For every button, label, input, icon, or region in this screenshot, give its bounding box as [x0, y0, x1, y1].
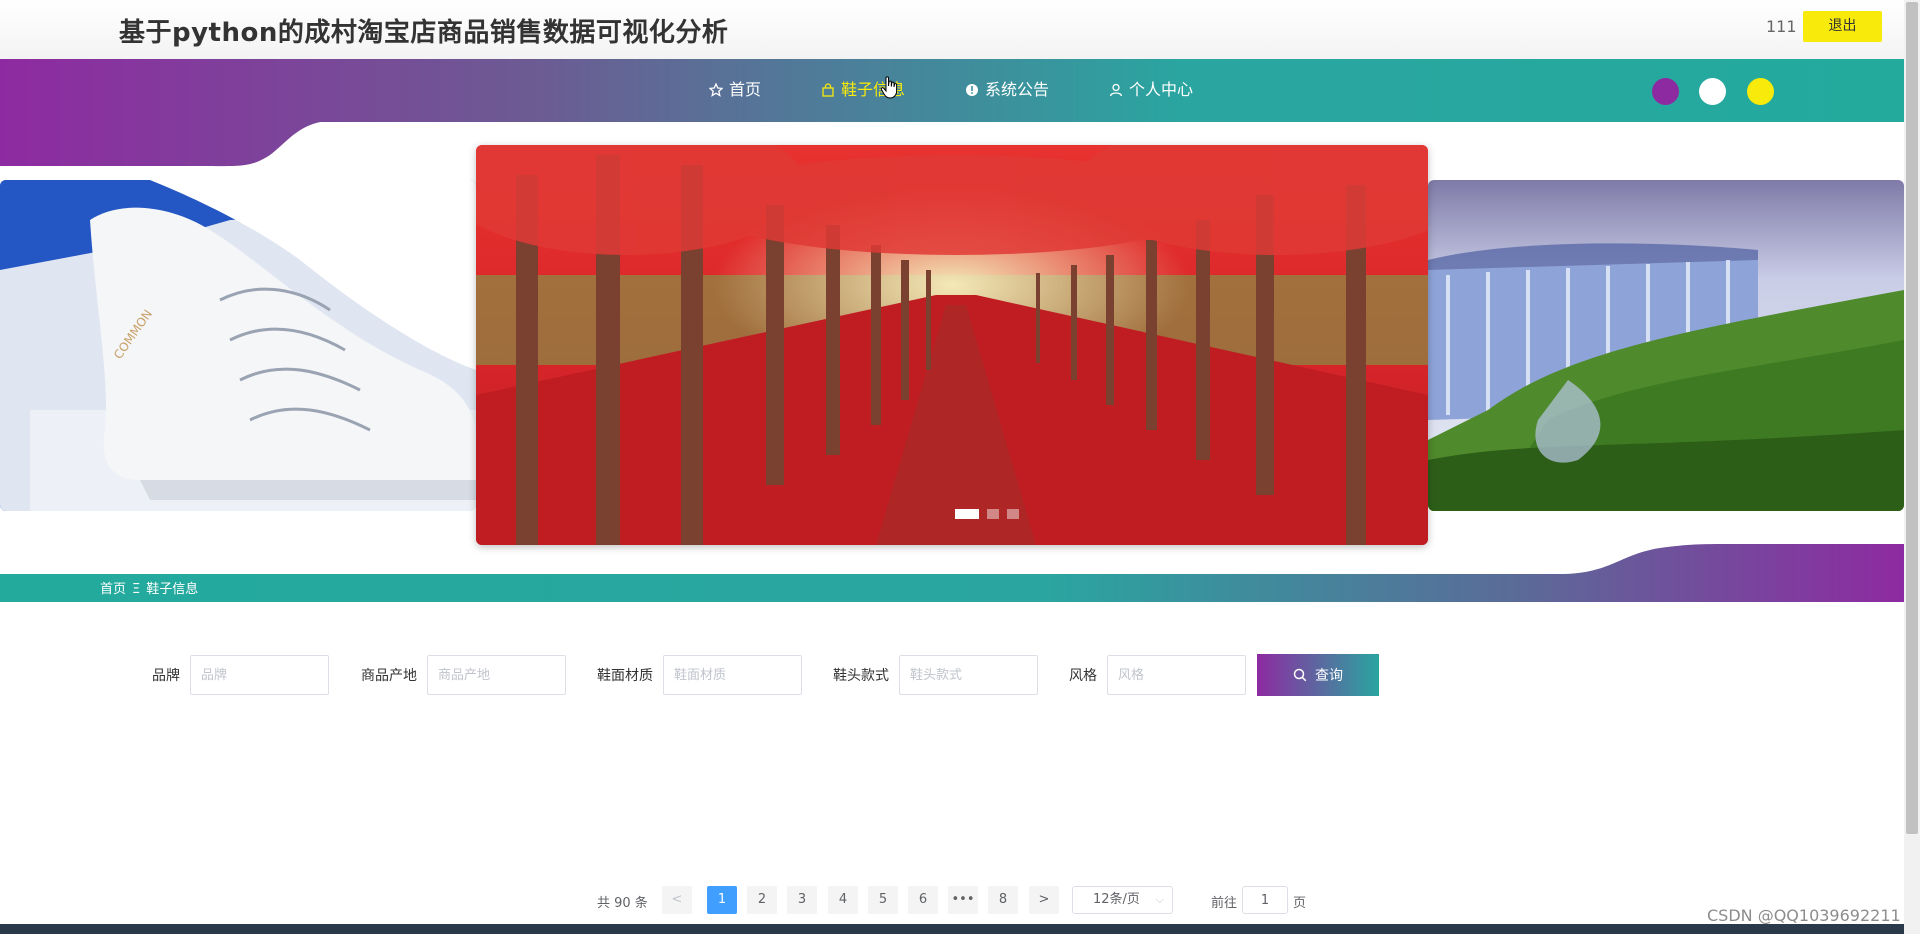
breadcrumb: 首页 Ξ 鞋子信息: [100, 578, 204, 597]
page-button-8[interactable]: 8: [988, 886, 1018, 914]
breadcrumb-band: [0, 544, 1904, 602]
nav-label-home: 首页: [729, 80, 762, 99]
prev-page-button[interactable]: <: [662, 886, 692, 914]
goto-label: 前往: [1211, 896, 1238, 911]
goto-page-input[interactable]: [1242, 886, 1288, 914]
carousel-slide-right[interactable]: ›: [1428, 180, 1904, 511]
page-button-2[interactable]: 2: [747, 886, 777, 914]
carousel-dot-1[interactable]: [955, 509, 979, 519]
logout-button[interactable]: 退出: [1803, 11, 1882, 42]
pagination-total: 共 90 条: [597, 896, 648, 911]
theme-yellow-swatch[interactable]: [1747, 78, 1774, 105]
upper-material-input[interactable]: [663, 655, 802, 695]
page-ellipsis-button[interactable]: •••: [948, 886, 978, 914]
waterfall-image: [1428, 180, 1904, 511]
carousel-dot-3[interactable]: [1007, 509, 1019, 519]
taskbar-edge: [0, 924, 1904, 934]
page-button-3[interactable]: 3: [787, 886, 817, 914]
search-button-label: 查询: [1315, 668, 1343, 684]
pagination: 共 90 条 < 1 2 3 4 5 6 ••• 8 > 12条/页 ⌵ 前往 …: [0, 886, 1904, 914]
search-button[interactable]: 查询: [1257, 654, 1379, 696]
page-size-select[interactable]: 12条/页 ⌵: [1072, 886, 1173, 914]
goto-suffix-label: 页: [1293, 896, 1307, 911]
bag-icon: [822, 83, 834, 97]
white-sneakers-image: COMMON: [0, 180, 476, 511]
chevron-down-icon: ⌵: [1155, 893, 1164, 906]
nav-item-home[interactable]: 首页: [709, 79, 761, 101]
toe-style-input[interactable]: [899, 655, 1038, 695]
carousel-indicators: [955, 504, 1027, 523]
origin-input[interactable]: [427, 655, 566, 695]
username-label: 111: [1766, 17, 1797, 36]
hand-cursor-icon: [880, 76, 898, 99]
style-input[interactable]: [1107, 655, 1246, 695]
page-button-4[interactable]: 4: [828, 886, 858, 914]
page-size-value: 12条/页: [1093, 892, 1140, 907]
watermark-text: CSDN @QQ1039692211: [1707, 906, 1901, 925]
toe-style-label: 鞋头款式: [833, 668, 889, 684]
breadcrumb-current: 鞋子信息: [146, 582, 199, 597]
nav-label-notice: 系统公告: [985, 80, 1050, 99]
theme-purple-swatch[interactable]: [1652, 78, 1679, 105]
search-icon: [1293, 668, 1307, 682]
breadcrumb-home[interactable]: 首页: [100, 582, 126, 597]
theme-white-swatch[interactable]: [1699, 78, 1726, 105]
page-button-1[interactable]: 1: [707, 886, 737, 914]
nav-item-notice[interactable]: 系统公告: [965, 79, 1049, 101]
nav-label-profile: 个人中心: [1129, 80, 1194, 99]
upper-material-label: 鞋面材质: [597, 668, 653, 684]
info-icon: [966, 84, 978, 96]
origin-label: 商品产地: [361, 668, 417, 684]
breadcrumb-separator: Ξ: [132, 582, 141, 597]
nav-item-profile[interactable]: 个人中心: [1109, 79, 1193, 101]
carousel-dot-2[interactable]: [987, 509, 999, 519]
page-button-6[interactable]: 6: [908, 886, 938, 914]
next-page-button[interactable]: >: [1029, 886, 1059, 914]
carousel-slide-active[interactable]: [476, 145, 1428, 545]
top-header: 基于python的成村淘宝店商品销售数据可视化分析 111 退出: [0, 0, 1904, 59]
brand-input[interactable]: [190, 655, 329, 695]
page-button-5[interactable]: 5: [868, 886, 898, 914]
style-label: 风格: [1069, 668, 1097, 684]
star-icon: [709, 83, 723, 97]
page-scrollbar-thumb[interactable]: [1906, 2, 1918, 834]
carousel-slide-left[interactable]: COMMON ‹: [0, 180, 476, 511]
red-forest-image: [476, 145, 1428, 545]
brand-label: 品牌: [152, 668, 180, 684]
user-icon: [1109, 83, 1123, 97]
app-title: 基于python的成村淘宝店商品销售数据可视化分析: [119, 18, 729, 48]
